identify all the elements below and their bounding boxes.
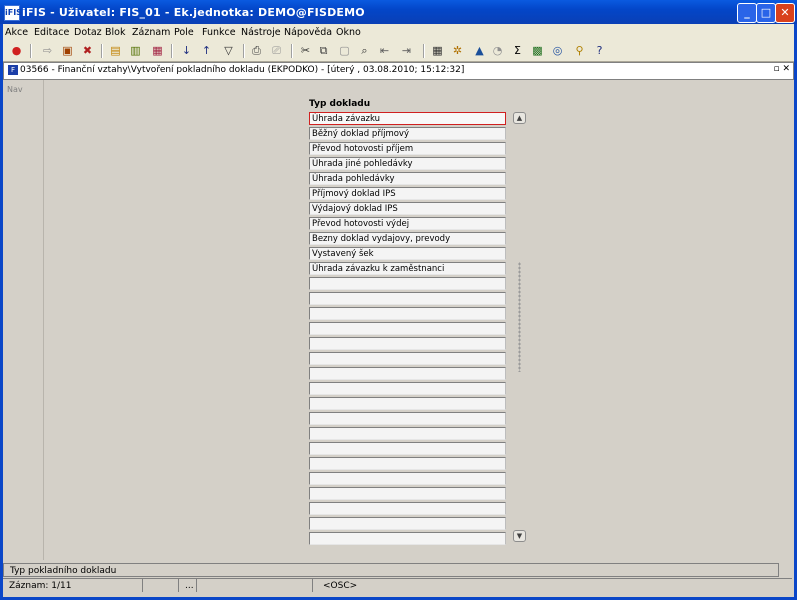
toolbar-separator (30, 44, 32, 58)
list-item[interactable]: Úhrada závazku k zaměstnanci (309, 262, 506, 275)
warning-icon[interactable]: ▲ (472, 43, 487, 58)
sort-asc-icon[interactable]: ↓ (179, 43, 194, 58)
menu-item-8[interactable]: Nápověda (284, 27, 332, 38)
list-item[interactable] (309, 427, 506, 440)
list-item[interactable]: Převod hotovosti výdej (309, 217, 506, 230)
list-item[interactable] (309, 532, 506, 545)
list-item[interactable]: Vystavený šek (309, 247, 506, 260)
prev-record-icon[interactable]: ⇤ (377, 43, 392, 58)
list-item[interactable] (309, 337, 506, 350)
paste-icon[interactable]: ▢ (337, 43, 352, 58)
delete-icon[interactable]: ✖ (80, 43, 95, 58)
menu-item-0[interactable]: Akce (5, 27, 28, 38)
preview-icon[interactable]: ⎚ (269, 43, 284, 58)
list-item[interactable] (309, 367, 506, 380)
menu-item-2[interactable]: Dotaz (74, 27, 102, 38)
maximize-button[interactable]: □ (756, 3, 776, 23)
nav-label[interactable]: Nav (7, 85, 23, 94)
close-button[interactable]: ✕ (775, 3, 795, 23)
form-icon: F (8, 65, 18, 75)
printer-icon[interactable]: ⎙ (249, 43, 264, 58)
list-item[interactable]: Úhrada závazku (309, 112, 506, 125)
list-item[interactable]: Výdajový doklad IPS (309, 202, 506, 215)
list-item[interactable] (309, 502, 506, 515)
window-title-bar: iFIS iFIS - Uživatel: FIS_01 - Ek.jednot… (0, 0, 797, 24)
status-hint: Typ pokladního dokladu (3, 563, 779, 577)
scroll-down-icon[interactable]: ▼ (513, 530, 526, 542)
status-field: ... (179, 579, 197, 592)
toolbar-separator (171, 44, 173, 58)
next-record-icon[interactable]: ⇥ (399, 43, 414, 58)
toolbar-separator (243, 44, 245, 58)
excel-icon[interactable]: ▩ (530, 43, 545, 58)
insert-record-icon[interactable]: ▤ (108, 43, 123, 58)
inner-window-title-bar: F 03566 - Finanční vztahy\Vytvoření pokl… (3, 62, 794, 80)
menu-item-9[interactable]: Okno (336, 27, 361, 38)
mode-indicator: <OSC> (323, 581, 358, 591)
exit-icon[interactable]: ● (9, 43, 24, 58)
toolbar-separator (291, 44, 293, 58)
menu-item-1[interactable]: Editace (34, 27, 69, 38)
list-item[interactable] (309, 352, 506, 365)
list-item[interactable]: Běžný doklad příjmový (309, 127, 506, 140)
sum-icon[interactable]: Σ (510, 43, 525, 58)
menu-item-4[interactable]: Záznam (132, 27, 170, 38)
user-help-icon[interactable]: ⚲ (572, 43, 587, 58)
status-field (143, 579, 179, 592)
browser-icon[interactable]: ◎ (550, 43, 565, 58)
list-item[interactable]: Úhrada pohledávky (309, 172, 506, 185)
minimize-button[interactable]: _ (737, 3, 757, 23)
inner-window-controls[interactable]: ▫ ✕ (773, 64, 790, 74)
window-title: iFIS - Uživatel: FIS_01 - Ek.jednotka: D… (22, 6, 365, 19)
status-field (197, 579, 313, 592)
list-item[interactable] (309, 442, 506, 455)
toolbar-separator (101, 44, 103, 58)
query-cancel-icon[interactable]: ▦ (150, 43, 165, 58)
list-item[interactable] (309, 322, 506, 335)
cut-icon[interactable]: ✂ (298, 43, 313, 58)
list-item[interactable] (309, 277, 506, 290)
menu-item-6[interactable]: Funkce (202, 27, 236, 38)
menu-item-3[interactable]: Blok (105, 27, 125, 38)
filter-icon[interactable]: ▽ (221, 43, 236, 58)
save-icon[interactable]: ⇨ (40, 43, 55, 58)
list-item[interactable] (309, 397, 506, 410)
list-item[interactable] (309, 472, 506, 485)
menu-bar: Akce Editace Dotaz Blok Záznam Pole Funkce Nást… (0, 24, 797, 41)
status-bar: Záznam: 1/11 ... <OSC> (3, 578, 792, 593)
list-item[interactable]: Příjmový doklad IPS (309, 187, 506, 200)
app-icon: iFIS (4, 5, 22, 21)
inner-window-title: 03566 - Finanční vztahy\Vytvoření poklad… (20, 65, 465, 75)
toolbar: ● ⇨ ▣ ✖ ▤ ▥ ▦ ↓ ↑ ▽ ⎙ ⎚ ✂ ⧉ ▢ ⌕ ⇤ ⇥ ▦ ✲ ▲ ◔ Σ ▩ ◎ ⚲? (0, 41, 797, 62)
menu-item-7[interactable]: Nástroje (241, 27, 281, 38)
copy-icon[interactable]: ⧉ (316, 43, 331, 58)
scroll-thumb[interactable] (518, 262, 521, 372)
list-item[interactable] (309, 307, 506, 320)
clock-icon[interactable]: ◔ (490, 43, 505, 58)
list-item[interactable] (309, 487, 506, 500)
find-icon[interactable]: ⌕ (357, 43, 372, 58)
list-scrollbar[interactable]: ▲ ▼ (513, 112, 526, 542)
sort-desc-icon[interactable]: ↑ (199, 43, 214, 58)
list-item[interactable]: Úhrada jiné pohledávky (309, 157, 506, 170)
list-item[interactable]: Bezny doklad vydajovy, prevody (309, 232, 506, 245)
menu-item-5[interactable]: Pole (174, 27, 194, 38)
list-item[interactable] (309, 292, 506, 305)
print-icon[interactable]: ▣ (60, 43, 75, 58)
toolbar-separator (423, 44, 425, 58)
list-header: Typ dokladu (309, 99, 371, 109)
list-item[interactable] (309, 457, 506, 470)
query-enter-icon[interactable]: ▥ (128, 43, 143, 58)
help-icon[interactable]: ? (592, 43, 607, 58)
list-item[interactable] (309, 382, 506, 395)
calendar-icon[interactable]: ▦ (430, 43, 445, 58)
record-counter: Záznam: 1/11 (3, 579, 143, 592)
list-item[interactable] (309, 517, 506, 530)
nav-panel: Nav (4, 80, 44, 560)
scroll-up-icon[interactable]: ▲ (513, 112, 526, 124)
settings-icon[interactable]: ✲ (450, 43, 465, 58)
list-item[interactable]: Převod hotovosti příjem (309, 142, 506, 155)
list-item[interactable] (309, 412, 506, 425)
